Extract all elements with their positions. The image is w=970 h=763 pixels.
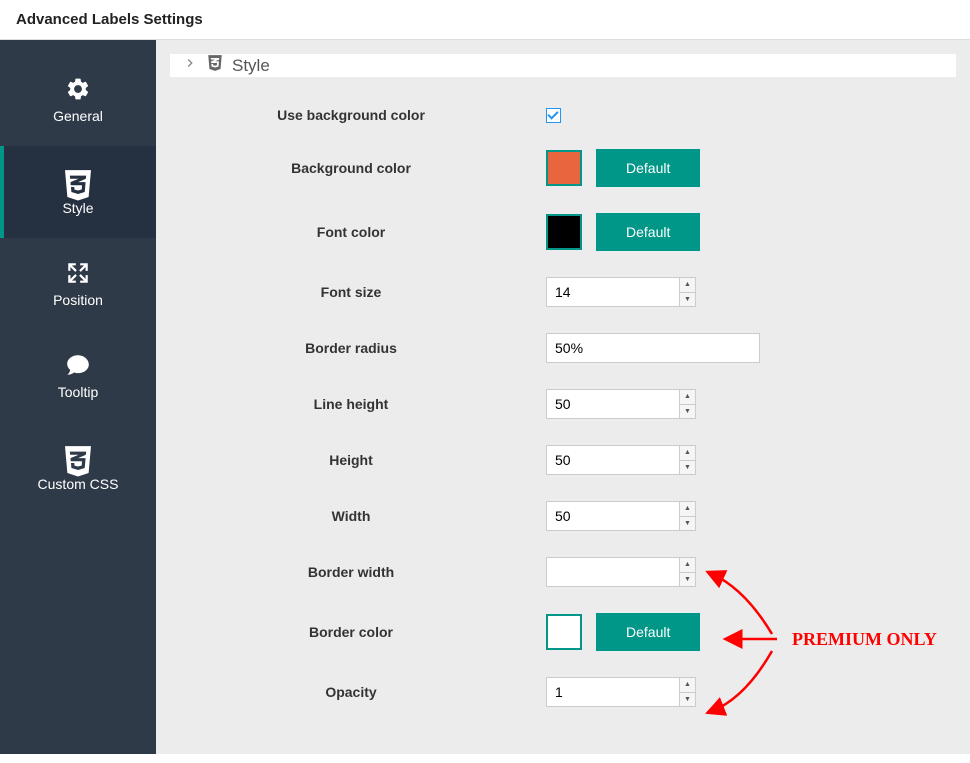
row-border-color: Border color Default — [186, 613, 940, 651]
stepper-down[interactable]: ▼ — [679, 573, 695, 587]
row-border-radius: Border radius — [186, 333, 940, 363]
css3-icon — [65, 444, 91, 470]
comment-icon — [65, 352, 91, 378]
input-width[interactable] — [546, 501, 696, 531]
label-line-height: Line height — [186, 396, 546, 412]
label-border-radius: Border radius — [186, 340, 546, 356]
label-opacity: Opacity — [186, 684, 546, 700]
sidebar-item-label: Tooltip — [58, 384, 98, 400]
default-button-border-color[interactable]: Default — [596, 613, 700, 651]
sidebar-item-position[interactable]: Position — [0, 238, 156, 330]
breadcrumb: Style — [170, 54, 956, 77]
default-button-bg-color[interactable]: Default — [596, 149, 700, 187]
default-button-font-color[interactable]: Default — [596, 213, 700, 251]
label-use-bg-color: Use background color — [186, 107, 546, 123]
stepper-down[interactable]: ▼ — [679, 461, 695, 475]
label-width: Width — [186, 508, 546, 524]
row-width: Width ▲▼ — [186, 501, 940, 531]
breadcrumb-title: Style — [232, 56, 270, 76]
stepper-down[interactable]: ▼ — [679, 293, 695, 307]
sidebar-item-label: Position — [53, 292, 103, 308]
row-font-color: Font color Default — [186, 213, 940, 251]
swatch-bg-color[interactable] — [546, 150, 582, 186]
content: Style Use background color Background co… — [156, 40, 970, 754]
page-title: Advanced Labels Settings — [16, 11, 203, 28]
css3-icon — [206, 54, 224, 77]
stepper-up[interactable]: ▲ — [679, 558, 695, 573]
input-height-wrap: ▲▼ — [546, 445, 696, 475]
stepper-down[interactable]: ▼ — [679, 693, 695, 707]
label-font-color: Font color — [186, 224, 546, 240]
row-font-size: Font size ▲▼ — [186, 277, 940, 307]
stepper-down[interactable]: ▼ — [679, 517, 695, 531]
label-height: Height — [186, 452, 546, 468]
row-line-height: Line height ▲▼ — [186, 389, 940, 419]
input-font-size[interactable] — [546, 277, 696, 307]
input-width-wrap: ▲▼ — [546, 501, 696, 531]
stepper-up[interactable]: ▲ — [679, 390, 695, 405]
input-height[interactable] — [546, 445, 696, 475]
input-opacity-wrap: ▲▼ — [546, 677, 696, 707]
input-border-width-wrap: ▲▼ — [546, 557, 696, 587]
input-opacity[interactable] — [546, 677, 696, 707]
stepper-up[interactable]: ▲ — [679, 502, 695, 517]
row-bg-color: Background color Default — [186, 149, 940, 187]
label-border-color: Border color — [186, 624, 546, 640]
container: General Style Position Tooltip Custom CS — [0, 40, 970, 754]
label-bg-color: Background color — [186, 160, 546, 176]
sidebar: General Style Position Tooltip Custom CS — [0, 40, 156, 754]
row-border-width: Border width ▲▼ — [186, 557, 940, 587]
stepper-down[interactable]: ▼ — [679, 405, 695, 419]
sidebar-item-label: Style — [62, 200, 93, 216]
sidebar-item-general[interactable]: General — [0, 54, 156, 146]
sidebar-item-style[interactable]: Style — [0, 146, 156, 238]
css3-icon — [65, 168, 91, 194]
stepper-up[interactable]: ▲ — [679, 278, 695, 293]
input-font-size-wrap: ▲▼ — [546, 277, 696, 307]
swatch-font-color[interactable] — [546, 214, 582, 250]
label-border-width: Border width — [186, 564, 546, 580]
checkbox-use-bg-color[interactable] — [546, 108, 561, 123]
row-use-bg-color: Use background color — [186, 107, 940, 123]
gear-icon — [65, 76, 91, 102]
sidebar-item-label: Custom CSS — [38, 476, 119, 492]
sidebar-item-tooltip[interactable]: Tooltip — [0, 330, 156, 422]
header: Advanced Labels Settings — [0, 0, 970, 40]
swatch-border-color[interactable] — [546, 614, 582, 650]
stepper-up[interactable]: ▲ — [679, 678, 695, 693]
stepper-up[interactable]: ▲ — [679, 446, 695, 461]
form-area: Use background color Background color De… — [156, 77, 970, 763]
row-height: Height ▲▼ — [186, 445, 940, 475]
input-border-width[interactable] — [546, 557, 696, 587]
sidebar-item-label: General — [53, 108, 103, 124]
label-font-size: Font size — [186, 284, 546, 300]
chevron-right-icon — [182, 55, 198, 76]
input-line-height-wrap: ▲▼ — [546, 389, 696, 419]
expand-icon — [65, 260, 91, 286]
input-line-height[interactable] — [546, 389, 696, 419]
row-opacity: Opacity ▲▼ — [186, 677, 940, 707]
input-border-radius[interactable] — [546, 333, 760, 363]
sidebar-item-custom-css[interactable]: Custom CSS — [0, 422, 156, 514]
